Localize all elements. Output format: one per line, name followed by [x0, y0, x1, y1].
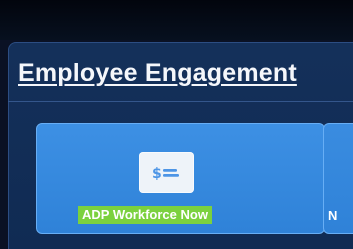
next-tile-label: N — [328, 208, 338, 223]
tile-label: ADP Workforce Now — [82, 207, 208, 222]
svg-text:$: $ — [152, 166, 162, 182]
next-tile-partial[interactable]: N — [323, 123, 353, 234]
adp-workforce-now-tile[interactable]: $ ADP Workforce Now — [36, 123, 325, 234]
section-title-link[interactable]: Employee Engagement — [18, 58, 346, 94]
section-divider — [8, 101, 353, 102]
tile-label-highlight: ADP Workforce Now — [78, 206, 212, 224]
window-top-area — [0, 0, 353, 40]
payroll-card-icon: $ — [139, 152, 194, 193]
